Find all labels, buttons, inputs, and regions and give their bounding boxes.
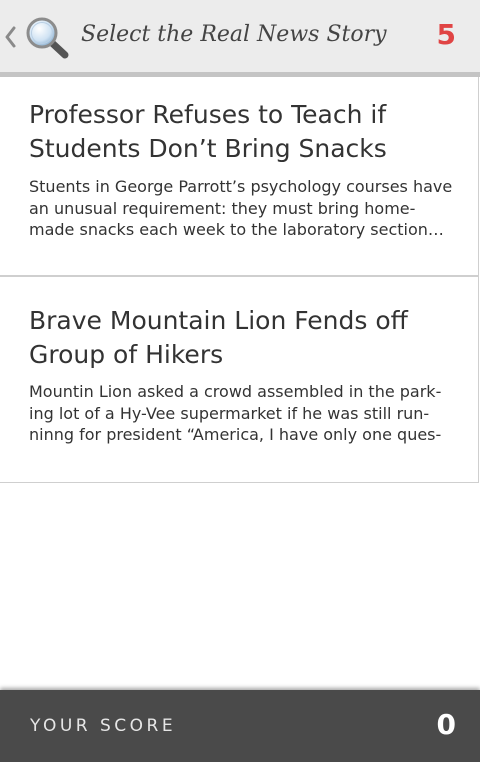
- story-snippet: Stuents in George Parrott’s psychology c…: [29, 177, 453, 239]
- score-value: 0: [436, 708, 456, 741]
- top-bar: Select the Real News Story 5: [0, 0, 480, 77]
- magnifier-icon: [24, 16, 70, 60]
- story-card-1[interactable]: Professor Refuses to Teach if Students D…: [0, 77, 479, 276]
- score-bar: YOUR SCORE 0: [0, 690, 480, 762]
- story-snippet: Mountin Lion asked a crowd assembled in …: [29, 382, 442, 444]
- score-label: YOUR SCORE: [30, 716, 177, 736]
- remaining-count: 5: [436, 18, 456, 51]
- chevron-left-icon: [5, 26, 16, 48]
- story-headline: Professor Refuses to Teach if Students D…: [29, 100, 387, 163]
- story-headline: Brave Mountain Lion Fends off Group of H…: [29, 306, 408, 369]
- back-button[interactable]: [3, 24, 17, 50]
- story-card-2[interactable]: Brave Mountain Lion Fends off Group of H…: [0, 276, 479, 483]
- page-title: Select the Real News Story: [81, 22, 387, 47]
